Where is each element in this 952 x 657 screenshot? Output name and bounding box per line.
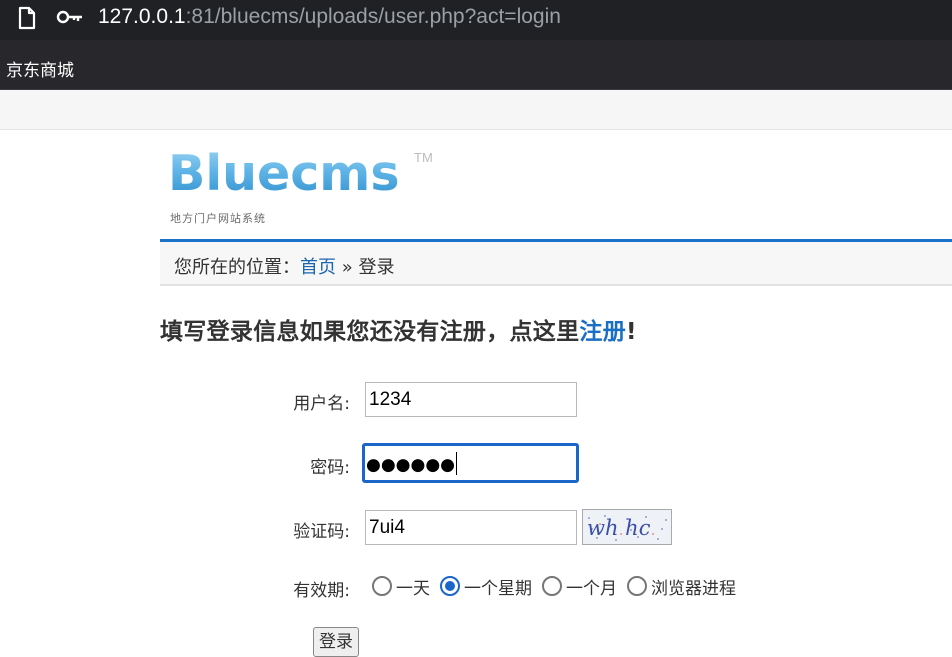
url-path: :81/bluecms/uploads/user.php?act=login [185,5,561,28]
radio-button[interactable] [542,576,562,596]
top-strip [0,90,952,130]
password-label: 密码: [310,458,350,478]
captcha-image[interactable]: wh hc [582,509,672,545]
url-text[interactable]: 127.0.0.1:81/bluecms/uploads/user.php?ac… [98,4,561,30]
breadcrumb: 您所在的位置：首页 » 登录 [160,239,952,286]
username-input[interactable] [365,382,577,417]
remember-radio-group: 一天 一个星期 一个月 浏览器进程 [372,573,746,599]
remember-label: 有效期: [293,581,350,601]
page-title-text: 填写登录信息如果您还没有注册，点这里 [160,319,580,345]
register-link[interactable]: 注册 [579,319,626,345]
breadcrumb-prefix: 您所在的位置： [174,257,300,278]
key-icon[interactable] [56,8,84,26]
logo-tagline: 地方门户网站系统 [170,212,266,225]
captcha-input[interactable] [365,510,577,545]
breadcrumb-current: 登录 [358,257,395,278]
breadcrumb-home-link[interactable]: 首页 [300,257,336,278]
radio-option-one-month[interactable]: 一个月 [542,574,617,599]
radio-button[interactable] [627,576,647,596]
radio-button[interactable] [372,576,392,596]
username-label: 用户名: [293,394,350,414]
logo-wordmark: Bluecms [168,145,400,202]
page-icon [18,6,36,30]
captcha-label: 验证码: [293,522,350,542]
radio-option-one-week[interactable]: 一个星期 [440,574,532,599]
bookmarks-bar: 京东商城 [0,40,952,90]
address-bar[interactable]: 127.0.0.1:81/bluecms/uploads/user.php?ac… [0,0,952,40]
logo-tm: TM [414,150,433,165]
text-caret [456,452,458,475]
password-mask: ●●●●●● [366,452,458,475]
captcha-text: wh hc [587,516,651,540]
bookmark-jd[interactable]: 京东商城 [6,56,74,81]
login-button[interactable]: 登录 [313,627,359,657]
page-title: 填写登录信息如果您还没有注册，点这里注册! [160,312,637,346]
breadcrumb-separator: » [341,257,353,278]
captcha-graphic: wh hc [587,515,667,541]
radio-option-one-day[interactable]: 一天 [372,574,430,599]
page-title-suffix: ! [626,319,637,345]
url-host: 127.0.0.1 [98,5,186,28]
radio-option-browser-session[interactable]: 浏览器进程 [627,574,736,599]
site-logo[interactable]: Bluecms TM 地方门户网站系统 [168,144,448,228]
radio-button-checked[interactable] [440,576,460,596]
